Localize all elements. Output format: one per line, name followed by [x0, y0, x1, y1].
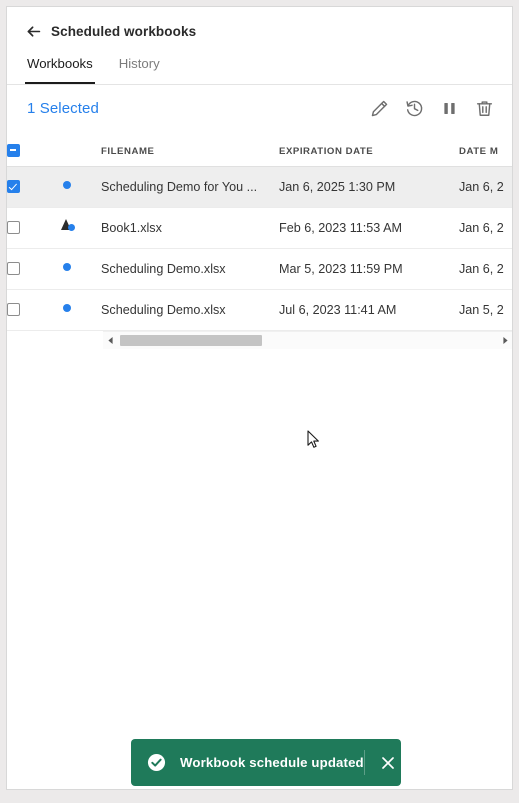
status-dot-icon: [61, 177, 79, 193]
row-filename-cell: Scheduling Demo.xlsx: [101, 289, 279, 331]
table-header-row: FILENAME EXPIRATION DATE DATE M: [7, 132, 512, 167]
scroll-left-arrow-icon[interactable]: [103, 332, 117, 349]
row-status-cell: [61, 289, 101, 331]
edit-icon[interactable]: [370, 99, 389, 118]
toast-close-button[interactable]: [367, 743, 409, 783]
table-row[interactable]: Book1.xlsx Feb 6, 2023 11:53 AM Jan 6, 2: [7, 207, 512, 249]
tab-bar: Workbooks History: [7, 56, 512, 85]
action-icon-group: [370, 99, 494, 118]
selection-count-label: 1 Selected: [27, 100, 99, 117]
status-dot-icon: [61, 300, 79, 316]
workbooks-table-wrapper: FILENAME EXPIRATION DATE DATE M Scheduli…: [7, 132, 512, 349]
row-modified-cell: Jan 5, 2: [459, 289, 512, 331]
row-modified-cell: Jan 6, 2: [459, 166, 512, 208]
toast-divider: [363, 750, 365, 775]
table-row[interactable]: Scheduling Demo.xlsx Mar 5, 2023 11:59 P…: [7, 248, 512, 290]
page-title: Scheduled workbooks: [51, 23, 197, 39]
row-expiration-cell: Jul 6, 2023 11:41 AM: [279, 289, 459, 331]
row-filename-text: Book1.xlsx: [101, 220, 162, 235]
toast-message: Workbook schedule updated: [180, 755, 364, 770]
row-select-cell: [7, 289, 61, 331]
column-header-date-modified[interactable]: DATE M: [459, 132, 512, 167]
table-row[interactable]: Scheduling Demo for You ... Jan 6, 2025 …: [7, 166, 512, 208]
scrollbar-thumb[interactable]: [120, 334, 262, 346]
row-select-cell: [7, 207, 61, 249]
pause-icon[interactable]: [440, 99, 459, 118]
page-header: Scheduled workbooks: [7, 7, 512, 40]
row-status-cell: [61, 248, 101, 290]
row-modified-cell: Jan 6, 2: [459, 207, 512, 249]
row-filename-cell: Scheduling Demo.xlsx: [101, 248, 279, 290]
column-header-filename[interactable]: FILENAME: [101, 132, 279, 167]
status-alert-icon: [61, 218, 79, 234]
row-checkbox[interactable]: [7, 303, 20, 316]
row-expiration-cell: Feb 6, 2023 11:53 AM: [279, 207, 459, 249]
workbooks-table: FILENAME EXPIRATION DATE DATE M Scheduli…: [7, 132, 512, 331]
row-filename-text: Scheduling Demo.xlsx: [101, 261, 226, 276]
toast-notification: Workbook schedule updated: [131, 739, 401, 786]
status-header-cell: [61, 132, 101, 167]
tab-workbooks[interactable]: Workbooks: [25, 56, 95, 84]
row-select-cell: [7, 166, 61, 208]
horizontal-scrollbar[interactable]: [103, 330, 512, 349]
column-header-expiration-date[interactable]: EXPIRATION DATE: [279, 132, 459, 167]
row-checkbox[interactable]: [7, 262, 20, 275]
scroll-right-arrow-icon[interactable]: [498, 332, 512, 349]
select-all-checkbox[interactable]: [7, 143, 20, 157]
success-check-icon: [147, 753, 166, 772]
scrollbar-track[interactable]: [117, 332, 498, 349]
select-all-header-cell: [7, 132, 61, 167]
row-modified-cell: Jan 6, 2: [459, 248, 512, 290]
status-dot-icon: [61, 259, 79, 275]
row-filename-text: Scheduling Demo for You ...: [101, 179, 258, 194]
row-checkbox[interactable]: [7, 180, 20, 193]
row-expiration-cell: Mar 5, 2023 11:59 PM: [279, 248, 459, 290]
row-status-cell: [61, 166, 101, 208]
tab-history[interactable]: History: [119, 56, 160, 84]
table-row[interactable]: Scheduling Demo.xlsx Jul 6, 2023 11:41 A…: [7, 289, 512, 331]
mouse-cursor: [307, 430, 320, 449]
row-expiration-cell: Jan 6, 2025 1:30 PM: [279, 166, 459, 208]
row-checkbox[interactable]: [7, 221, 20, 234]
row-filename-text: Scheduling Demo.xlsx: [101, 302, 226, 317]
back-arrow-icon[interactable]: [25, 23, 42, 40]
row-filename-cell: Book1.xlsx: [101, 207, 279, 249]
row-select-cell: [7, 248, 61, 290]
action-bar: 1 Selected: [7, 85, 512, 132]
scheduled-workbooks-panel: Scheduled workbooks Workbooks History 1 …: [6, 6, 513, 790]
history-icon[interactable]: [405, 99, 424, 118]
delete-icon[interactable]: [475, 99, 494, 118]
row-filename-cell: Scheduling Demo for You ...: [101, 166, 279, 208]
row-status-cell: [61, 207, 101, 249]
